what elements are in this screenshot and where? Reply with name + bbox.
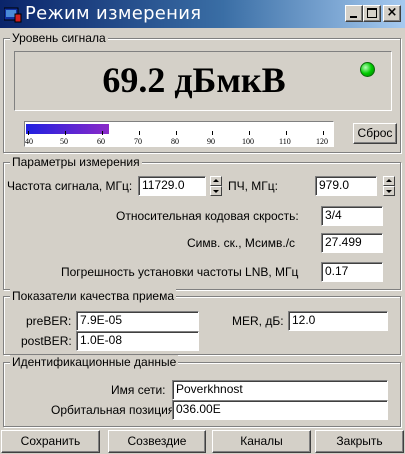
- if-label: ПЧ, МГц:: [228, 179, 278, 193]
- signal-level-legend: Уровень сигнала: [10, 31, 108, 45]
- meter-tick-label: 50: [60, 137, 68, 146]
- spin-up-icon: [386, 179, 392, 182]
- network-name-field[interactable]: Poverkhnost: [172, 380, 388, 400]
- meter-tick: [65, 131, 66, 135]
- orbital-position-label: Орбитальная позиция:: [51, 403, 178, 417]
- measurement-params-group: Параметры измерения Частота сигнала, МГц…: [3, 155, 401, 290]
- meter-tick-label: 110: [279, 137, 291, 146]
- meter-tick-label: 70: [134, 137, 142, 146]
- symbol-rate-field[interactable]: 27.499: [321, 233, 383, 253]
- title-bar[interactable]: Режим измерения ×: [0, 0, 405, 28]
- frequency-spin-up[interactable]: [210, 176, 222, 186]
- signal-level-display: 69.2 дБмкВ: [14, 51, 392, 111]
- meter-tick-label: 40: [25, 137, 33, 146]
- meter-tick: [28, 131, 29, 135]
- meter-tick-label: 90: [207, 137, 215, 146]
- spin-up-icon: [213, 179, 219, 182]
- if-spin-down[interactable]: [383, 186, 395, 196]
- lnb-error-label: Погрешность установки частоты LNB, МГц: [61, 265, 299, 279]
- meter-tick-label: 80: [171, 137, 179, 146]
- meter-tick: [212, 131, 213, 135]
- meter-tick: [286, 131, 287, 135]
- constellation-button[interactable]: Созвездие: [108, 430, 206, 453]
- minimize-icon: [350, 16, 357, 18]
- meter-tick: [139, 131, 140, 135]
- close-window-button[interactable]: ×: [383, 5, 401, 22]
- spin-down-icon: [213, 190, 219, 193]
- preber-label: preBER:: [26, 314, 72, 328]
- window-title: Режим измерения: [25, 3, 202, 24]
- signal-level-group: Уровень сигнала 69.2 дБмкВ 40 50 60 70 80 90 1…: [3, 31, 401, 153]
- meter-tick-label: 100: [242, 137, 254, 146]
- minimize-button[interactable]: [345, 5, 363, 22]
- identification-legend: Идентификационные данные: [10, 355, 179, 369]
- code-rate-field[interactable]: 3/4: [321, 206, 383, 226]
- signal-status-led-icon: [360, 62, 375, 77]
- measurement-params-legend: Параметры измерения: [10, 155, 142, 169]
- signal-level-value: 69.2 дБмкВ: [102, 60, 286, 100]
- postber-field[interactable]: 1.0E-08: [76, 331, 199, 351]
- measurement-window: Режим измерения × Уровень сигнала 69.2 д…: [0, 0, 405, 454]
- frequency-spinner[interactable]: [210, 176, 222, 196]
- code-rate-label: Относительная кодовая скрость:: [116, 209, 299, 223]
- channels-button[interactable]: Каналы: [212, 430, 311, 453]
- identification-group: Идентификационные данные Имя сети: Pover…: [3, 355, 401, 427]
- signal-level-meter-fill: [26, 124, 109, 134]
- postber-label: postBER:: [21, 334, 72, 348]
- save-button[interactable]: Сохранить: [1, 430, 100, 453]
- close-icon: ×: [386, 5, 398, 20]
- orbital-position-field[interactable]: 036.00E: [172, 400, 388, 420]
- frequency-spin-down[interactable]: [210, 186, 222, 196]
- maximize-button[interactable]: [363, 5, 381, 22]
- window-app-icon: [4, 7, 22, 23]
- spin-down-icon: [386, 190, 392, 193]
- if-spinner[interactable]: [383, 176, 395, 196]
- reception-quality-group: Показатели качества приема preBER: 7.9E-…: [3, 289, 401, 355]
- signal-level-meter: 40 50 60 70 80 90 100 110 120: [24, 121, 334, 147]
- lnb-error-field[interactable]: 0.17: [321, 262, 383, 282]
- meter-tick: [102, 131, 103, 135]
- meter-tick: [249, 131, 250, 135]
- meter-tick-label: 60: [97, 137, 105, 146]
- meter-tick: [176, 131, 177, 135]
- close-button[interactable]: Закрыть: [315, 430, 404, 453]
- mer-field[interactable]: 12.0: [288, 311, 388, 331]
- frequency-field[interactable]: 11729.0: [138, 176, 206, 196]
- maximize-icon: [367, 8, 377, 18]
- if-field[interactable]: 979.0: [315, 176, 377, 196]
- mer-label: MER, дБ:: [232, 314, 284, 328]
- preber-field[interactable]: 7.9E-05: [76, 311, 199, 331]
- if-spin-up[interactable]: [383, 176, 395, 186]
- network-name-label: Имя сети:: [111, 383, 166, 397]
- reset-button[interactable]: Сброс: [353, 123, 397, 144]
- symbol-rate-label: Симв. ск., Мсимв./с: [187, 236, 296, 250]
- meter-tick-label: 120: [316, 137, 328, 146]
- frequency-label: Частота сигнала, МГц:: [7, 179, 133, 193]
- reception-quality-legend: Показатели качества приема: [10, 289, 177, 303]
- meter-tick: [323, 131, 324, 135]
